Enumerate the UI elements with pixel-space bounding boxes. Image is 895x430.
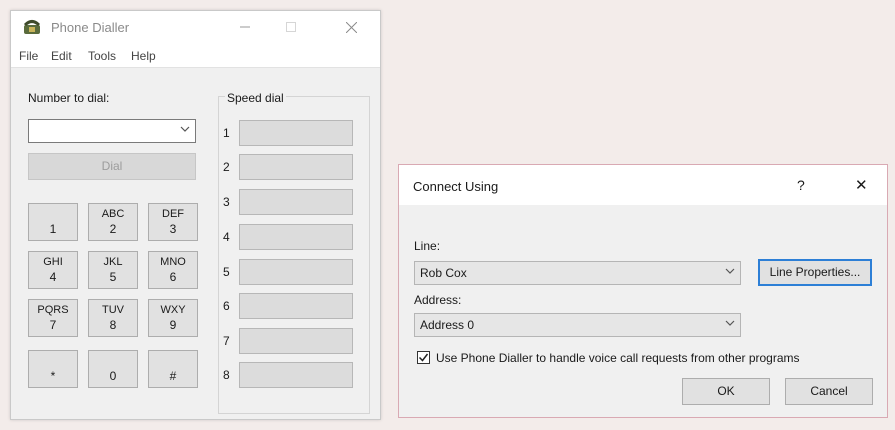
close-icon xyxy=(345,21,357,33)
chevron-down-icon xyxy=(180,126,190,132)
speed-dial-number: 8 xyxy=(223,368,230,382)
speed-dial-button-8[interactable] xyxy=(239,362,353,388)
key-letters: DEF xyxy=(162,208,184,220)
speed-dial-number: 3 xyxy=(223,195,230,209)
keypad-key-8[interactable]: TUV 8 xyxy=(88,299,138,337)
maximize-icon xyxy=(286,22,296,32)
speed-dial-button-3[interactable] xyxy=(239,189,353,215)
speed-dial-number: 5 xyxy=(223,265,230,279)
cancel-button[interactable]: Cancel xyxy=(785,378,873,405)
speed-dial-button-7[interactable] xyxy=(239,328,353,354)
key-digit: 3 xyxy=(169,222,177,236)
keypad-key-1[interactable]: 1 xyxy=(28,203,78,241)
speed-dial-number: 2 xyxy=(223,160,230,174)
key-digit: 2 xyxy=(109,222,117,236)
keypad-key-hash[interactable]: # xyxy=(148,350,198,388)
menu-tools[interactable]: Tools xyxy=(88,49,116,63)
key-digit: 7 xyxy=(49,318,57,332)
phone-dialer-app-icon xyxy=(23,19,43,35)
key-digit: 5 xyxy=(109,270,117,284)
minimize-icon xyxy=(240,26,250,28)
key-letters: TUV xyxy=(102,304,124,316)
key-digit: 4 xyxy=(49,270,57,284)
menu-file[interactable]: File xyxy=(19,49,38,63)
keypad-key-3[interactable]: DEF 3 xyxy=(148,203,198,241)
phone-dialer-titlebar[interactable]: Phone Dialler xyxy=(11,11,380,43)
speed-dial-button-6[interactable] xyxy=(239,293,353,319)
menu-edit[interactable]: Edit xyxy=(51,49,72,63)
keypad-key-4[interactable]: GHI 4 xyxy=(28,251,78,289)
key-letters: GHI xyxy=(43,256,63,268)
number-to-dial-combobox[interactable] xyxy=(28,119,196,143)
keypad-key-2[interactable]: ABC 2 xyxy=(88,203,138,241)
ok-button[interactable]: OK xyxy=(682,378,770,405)
key-digit: 8 xyxy=(109,318,117,332)
key-letters: JKL xyxy=(103,256,123,268)
key-letters: ABC xyxy=(101,208,125,220)
key-digit: # xyxy=(169,369,177,383)
line-value: Rob Cox xyxy=(420,266,467,280)
help-button[interactable]: ? xyxy=(797,177,805,193)
maximize-button[interactable] xyxy=(269,11,313,43)
speed-dial-button-1[interactable] xyxy=(239,120,353,146)
speed-dial-number: 7 xyxy=(223,334,230,348)
window-title: Phone Dialler xyxy=(51,20,130,35)
speed-dial-button-2[interactable] xyxy=(239,154,353,180)
minimize-button[interactable] xyxy=(223,11,267,43)
keypad-key-7[interactable]: PQRS 7 xyxy=(28,299,78,337)
connect-using-titlebar[interactable]: Connect Using ? ✕ xyxy=(399,165,887,205)
phone-dialer-window: Phone Dialler File Edit Tools Help Numbe… xyxy=(10,10,381,420)
key-letters: MNO xyxy=(160,256,186,268)
handle-voice-calls-label: Use Phone Dialler to handle voice call r… xyxy=(436,351,800,365)
chevron-down-icon xyxy=(725,268,735,274)
speed-dial-number: 4 xyxy=(223,230,230,244)
key-digit: 0 xyxy=(109,369,117,383)
key-letters: PQRS xyxy=(37,304,69,316)
connect-using-dialog: Connect Using ? ✕ Line: Rob Cox Line Pro… xyxy=(398,164,888,418)
keypad-key-star[interactable]: * xyxy=(28,350,78,388)
handle-voice-calls-checkbox[interactable] xyxy=(417,351,430,364)
line-select[interactable]: Rob Cox xyxy=(414,261,741,285)
dialog-title: Connect Using xyxy=(413,179,499,194)
close-button[interactable] xyxy=(329,11,373,43)
menu-bar: File Edit Tools Help xyxy=(11,43,380,68)
chevron-down-icon xyxy=(725,320,735,326)
key-digit: 9 xyxy=(169,318,177,332)
address-value: Address 0 xyxy=(420,318,475,332)
keypad-key-5[interactable]: JKL 5 xyxy=(88,251,138,289)
speed-dial-button-5[interactable] xyxy=(239,259,353,285)
dialog-close-button[interactable]: ✕ xyxy=(855,176,868,194)
key-digit: * xyxy=(50,369,56,383)
address-select[interactable]: Address 0 xyxy=(414,313,741,337)
speed-dial-number: 1 xyxy=(223,126,230,140)
speed-dial-button-4[interactable] xyxy=(239,224,353,250)
keypad-key-0[interactable]: 0 xyxy=(88,350,138,388)
number-to-dial-label: Number to dial: xyxy=(28,91,110,105)
dial-button[interactable]: Dial xyxy=(28,153,196,180)
key-digit: 1 xyxy=(49,222,57,236)
menu-help[interactable]: Help xyxy=(131,49,156,63)
line-label: Line: xyxy=(414,239,441,253)
keypad-key-6[interactable]: MNO 6 xyxy=(148,251,198,289)
key-letters: WXY xyxy=(160,304,186,316)
address-label: Address: xyxy=(414,293,462,307)
key-digit: 6 xyxy=(169,270,177,284)
keypad-key-9[interactable]: WXY 9 xyxy=(148,299,198,337)
checkmark-icon xyxy=(418,353,429,362)
speed-dial-number: 6 xyxy=(223,299,230,313)
line-properties-button[interactable]: Line Properties... xyxy=(758,259,872,286)
speed-dial-label: Speed dial xyxy=(225,91,286,105)
